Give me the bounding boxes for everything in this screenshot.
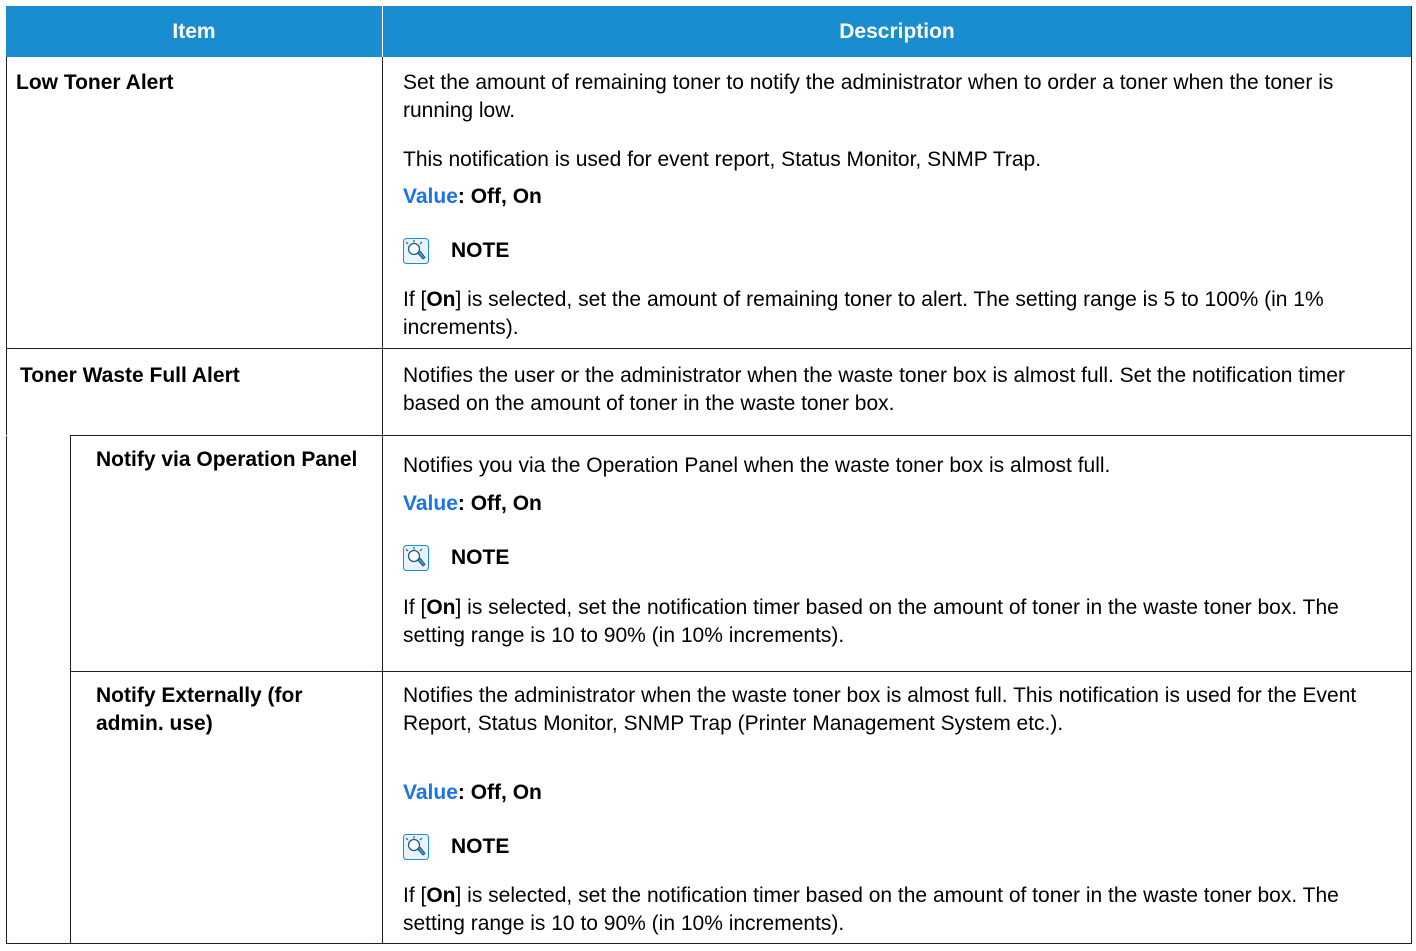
low-toner-desc-2: This notification is used for event repo… [403, 148, 1042, 171]
note-text-after: ] is selected, set the amount of remaini… [403, 288, 1324, 339]
header-description: Description [839, 20, 955, 43]
note-title: NOTE [451, 835, 510, 858]
note-text-bold: On [426, 596, 456, 619]
subrow-indent-border [70, 435, 71, 944]
notify-panel-value: Value: Off, On [403, 490, 1398, 518]
note-text-before: If [ [403, 596, 427, 619]
row-divider [6, 435, 1411, 436]
note-text-before: If [ [403, 884, 427, 907]
notify-external-note-text: If [On] is selected, set the notificatio… [403, 882, 1398, 938]
notify-panel-note-text: If [On] is selected, set the notificatio… [403, 594, 1398, 650]
value-label: Value [403, 492, 458, 515]
note-hand-icon [403, 834, 429, 860]
toner-waste-desc: Notifies the user or the administrator w… [403, 364, 1345, 415]
row-divider [6, 348, 1411, 349]
settings-table: Item Description Low Toner Alert Set the… [6, 6, 1412, 944]
value-text: : Off, On [457, 185, 542, 208]
low-toner-note-heading: NOTE [403, 236, 509, 266]
row-divider [6, 435, 70, 436]
notify-external-value: Value: Off, On [403, 779, 1398, 807]
notify-panel-note-heading: NOTE [403, 543, 509, 573]
table-header: Item Description [6, 6, 1411, 57]
note-title: NOTE [451, 239, 510, 262]
note-text-after: ] is selected, set the notification time… [403, 884, 1339, 935]
table-left-border [6, 57, 7, 944]
item-toner-waste-full-alert: Toner Waste Full Alert [20, 364, 240, 387]
low-toner-value: Value: Off, On [403, 183, 1398, 211]
notify-external-desc: Notifies the administrator when the wast… [403, 684, 1357, 735]
value-text: : Off, On [457, 492, 542, 515]
item-notify-operation-panel: Notify via Operation Panel [96, 448, 358, 471]
column-divider [382, 57, 383, 944]
value-label: Value [403, 781, 458, 804]
note-title: NOTE [451, 546, 510, 569]
notify-external-note-heading: NOTE [403, 832, 509, 862]
note-text-after: ] is selected, set the notification time… [403, 596, 1339, 647]
note-text-bold: On [426, 884, 456, 907]
note-text-before: If [ [403, 288, 427, 311]
value-label: Value [403, 185, 458, 208]
low-toner-desc: Set the amount of remaining toner to not… [403, 71, 1334, 122]
note-text-bold: On [426, 288, 456, 311]
note-hand-icon [403, 545, 429, 571]
value-text: : Off, On [457, 781, 542, 804]
item-low-toner-alert: Low Toner Alert [16, 71, 174, 94]
header-item: Item [172, 20, 216, 43]
item-notify-externally: Notify Externally (for admin. use) [96, 684, 303, 735]
notify-panel-desc: Notifies you via the Operation Panel whe… [403, 454, 1111, 477]
low-toner-note-text: If [On] is selected, set the amount of r… [403, 286, 1398, 342]
note-hand-icon [403, 238, 429, 264]
row-divider [70, 671, 1411, 672]
